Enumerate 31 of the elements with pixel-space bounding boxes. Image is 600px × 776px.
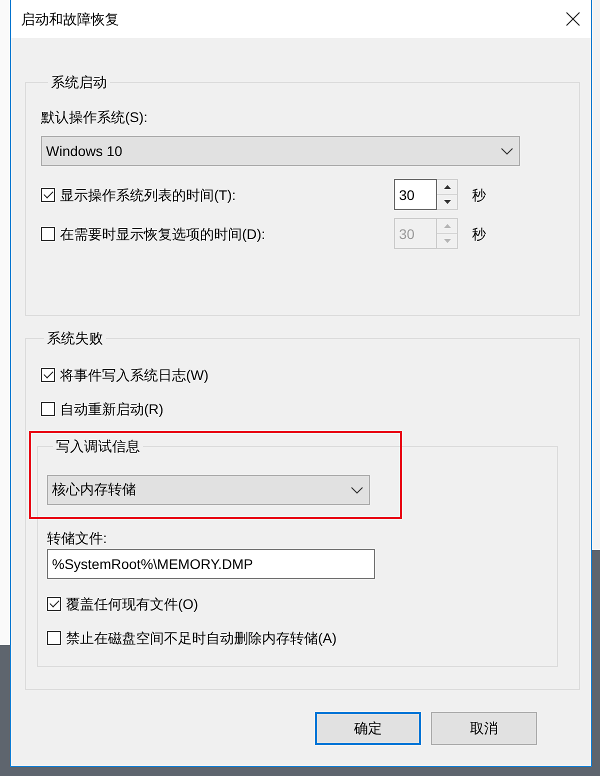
triangle-up-icon xyxy=(444,224,450,228)
triangle-down-icon xyxy=(444,200,450,204)
checkbox-label[interactable]: 禁止在磁盘空间不足时自动删除内存转储(A) xyxy=(66,629,337,647)
triangle-down-icon xyxy=(444,239,450,243)
checkbox[interactable] xyxy=(41,368,55,382)
chevron-down-icon xyxy=(501,148,513,154)
number-field[interactable]: 30 xyxy=(394,179,437,210)
text-field[interactable]: %SystemRoot%\MEMORY.DMP xyxy=(47,549,375,579)
chevron-down-icon xyxy=(351,486,363,494)
checkbox[interactable] xyxy=(47,631,61,645)
field-label: 转储文件: xyxy=(47,529,108,547)
checkbox[interactable] xyxy=(47,597,61,611)
group-title: 系统启动 xyxy=(50,73,108,91)
dialog-button[interactable]: 取消 xyxy=(431,712,537,745)
checkbox-label[interactable]: 显示操作系统列表的时间(T): xyxy=(60,186,236,204)
checkbox-label[interactable]: 将事件写入系统日志(W) xyxy=(60,366,209,384)
unit-label: 秒 xyxy=(472,224,486,242)
group-title: 系统失败 xyxy=(46,329,104,347)
checkbox[interactable] xyxy=(41,188,55,202)
dropdown[interactable]: 核心内存转储 xyxy=(47,475,370,505)
triangle-up-icon xyxy=(444,185,450,189)
checkbox-label[interactable]: 自动重新启动(R) xyxy=(60,400,164,418)
field-label: 默认操作系统(S): xyxy=(41,108,149,126)
window-title: 启动和故障恢复 xyxy=(21,10,119,28)
checkbox[interactable] xyxy=(41,402,55,416)
unit-label: 秒 xyxy=(472,186,486,204)
dialog-button[interactable]: 确定 xyxy=(315,712,421,745)
dropdown[interactable]: Windows 10 xyxy=(41,136,520,166)
close-icon xyxy=(566,12,580,26)
checkbox-label[interactable]: 覆盖任何现有文件(O) xyxy=(66,595,198,613)
group-title: 写入调试信息 xyxy=(55,437,141,455)
